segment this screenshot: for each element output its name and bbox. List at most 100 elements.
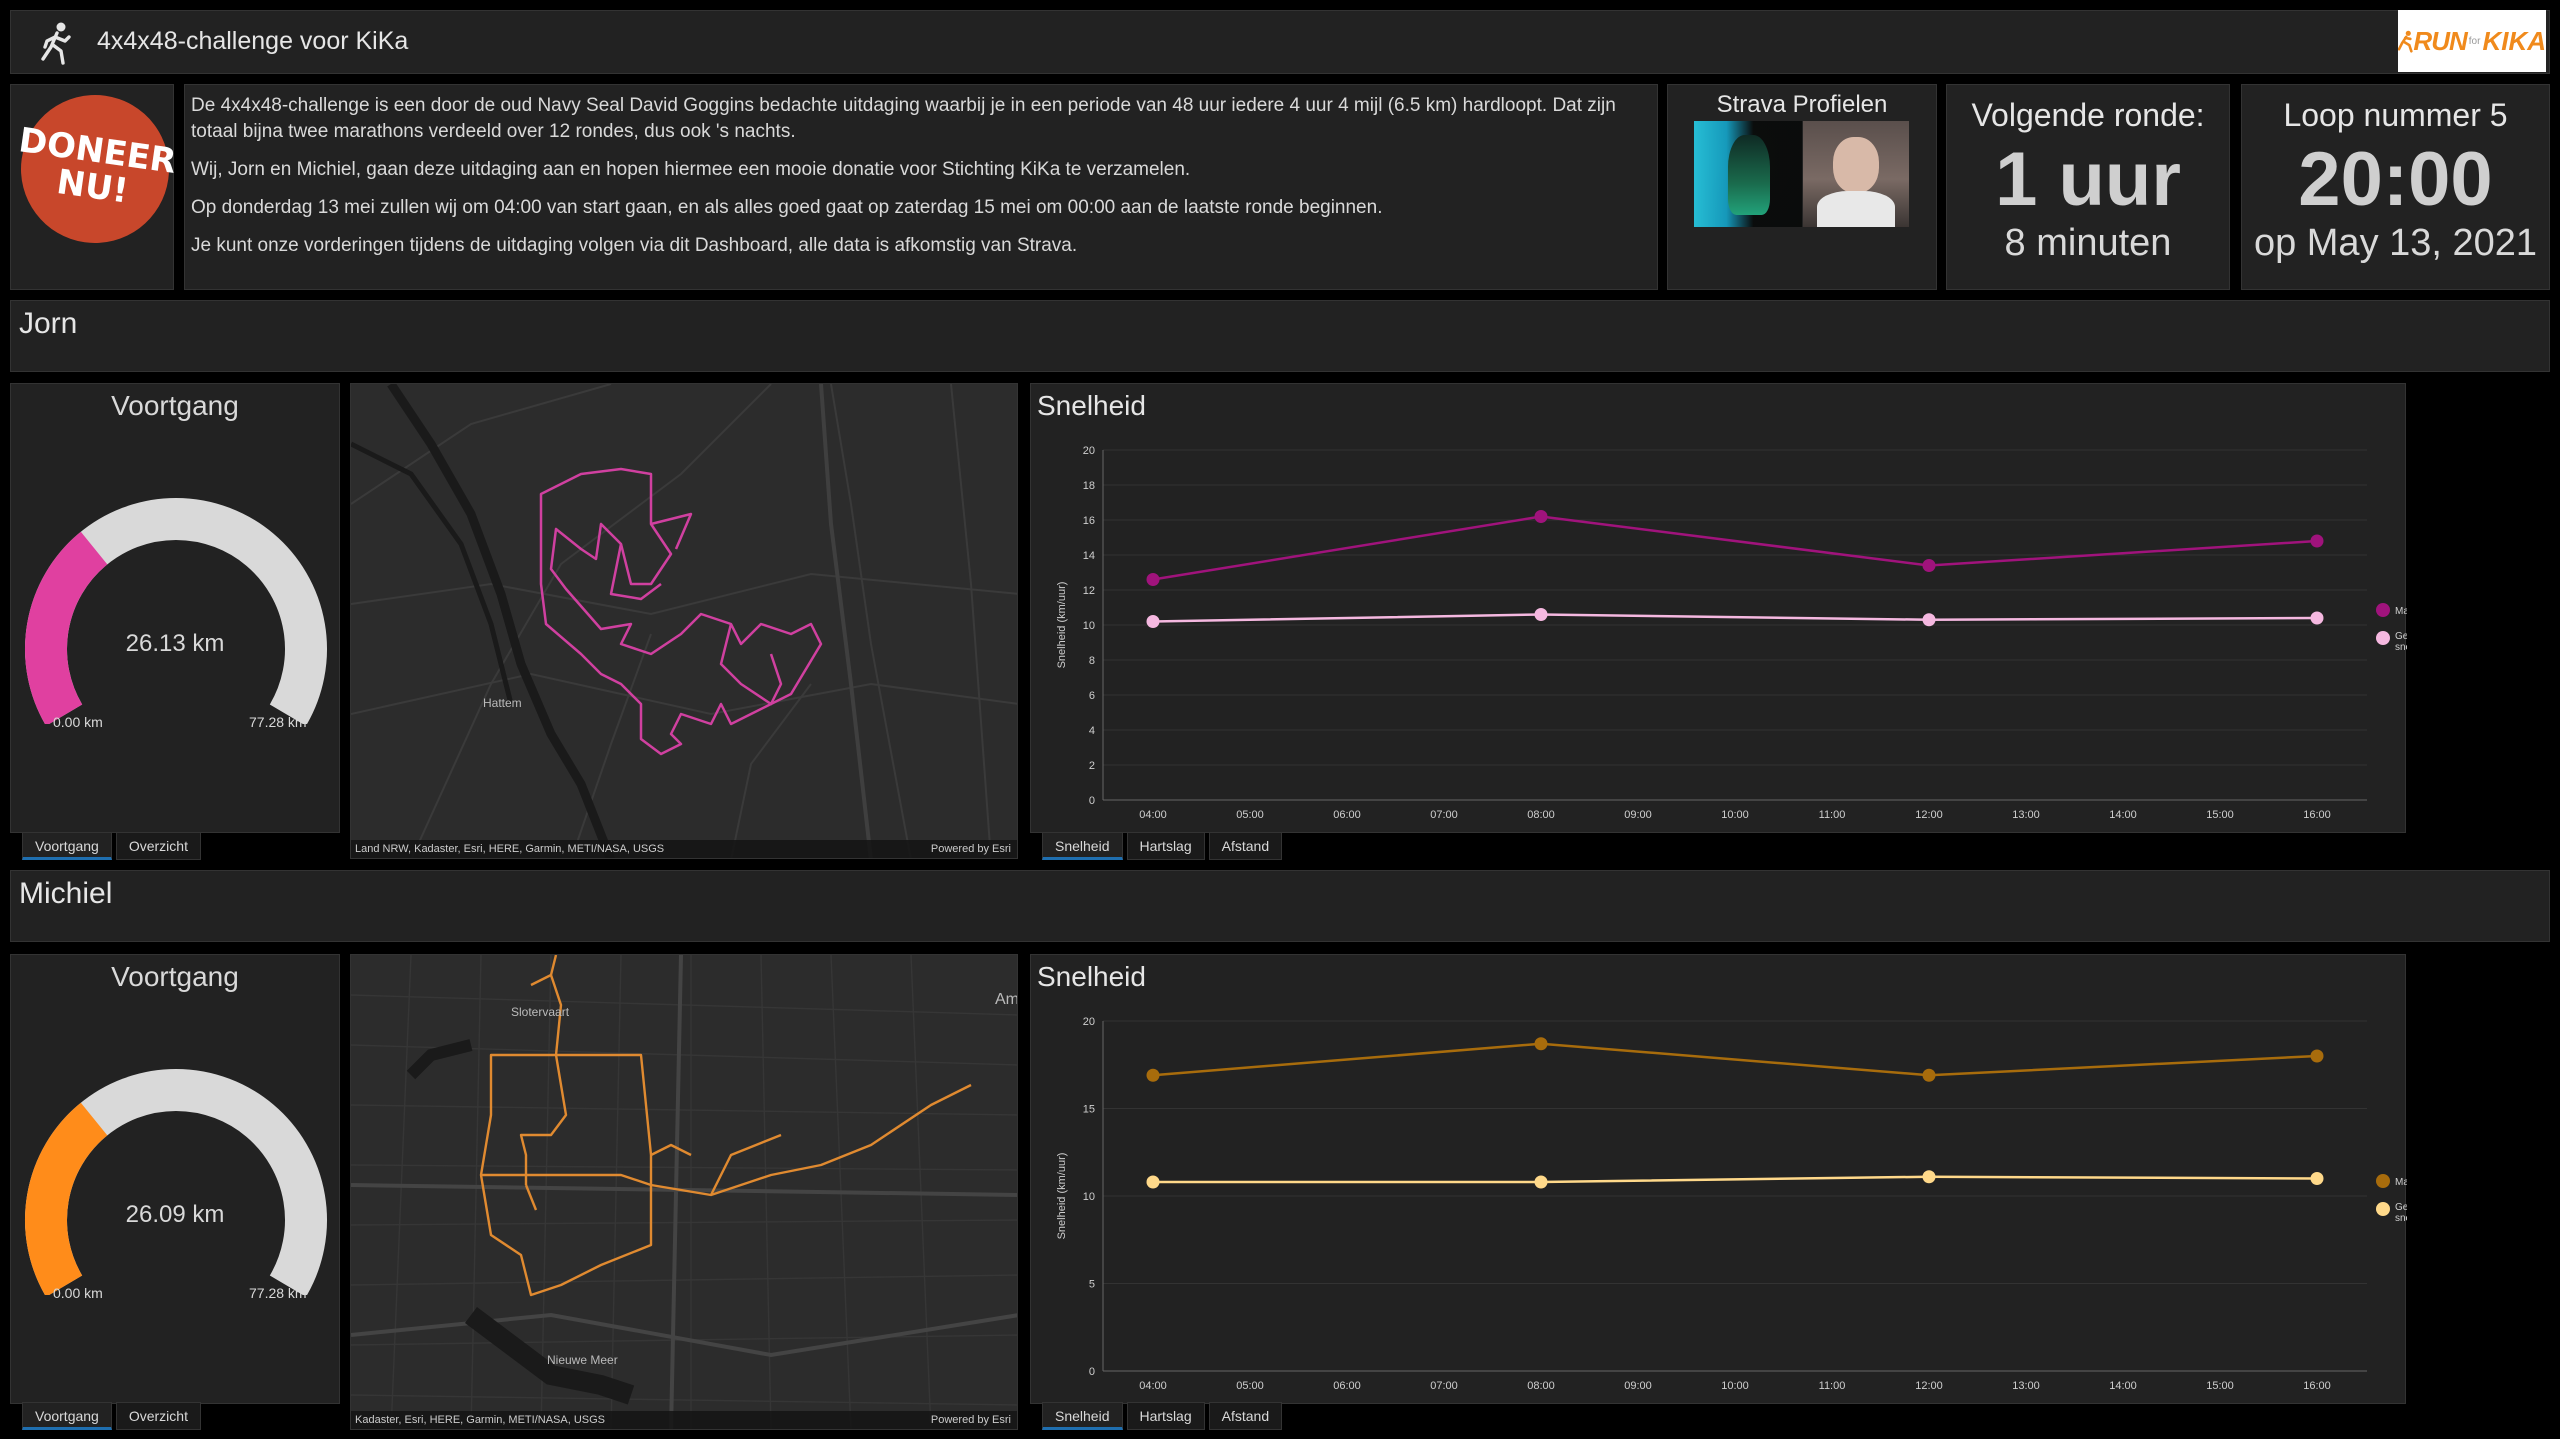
data-point bbox=[1922, 1068, 1936, 1082]
y-tick-label: 8 bbox=[1089, 655, 1095, 667]
map-canvas[interactable] bbox=[351, 955, 1018, 1430]
gauge-arc bbox=[25, 498, 327, 724]
app-title: 4x4x48-challenge voor KiKa bbox=[97, 27, 409, 55]
tab-hartslag[interactable]: Hartslag bbox=[1126, 832, 1205, 860]
x-tick-label: 05:00 bbox=[1236, 809, 1264, 821]
map-attribution: Kadaster, Esri, HERE, Garmin, METI/NASA,… bbox=[351, 1411, 1017, 1429]
series-line bbox=[1152, 515, 2318, 581]
x-tick-label: 10:00 bbox=[1721, 1380, 1749, 1392]
intro-text-panel: De 4x4x48-challenge is een door de oud N… bbox=[184, 84, 1658, 290]
gauge-min: 0.00 km bbox=[53, 1285, 103, 1301]
y-tick-label: 20 bbox=[1083, 1016, 1095, 1028]
x-tick-label: 09:00 bbox=[1624, 809, 1652, 821]
y-tick-label: 16 bbox=[1083, 515, 1095, 527]
data-point bbox=[2310, 1172, 2324, 1185]
y-tick-label: 6 bbox=[1089, 690, 1095, 702]
tab-voortgang[interactable]: Voortgang bbox=[22, 832, 112, 860]
x-tick-label: 13:00 bbox=[2012, 809, 2040, 821]
avatar-jorn[interactable] bbox=[1694, 121, 1802, 227]
y-tick-label: 2 bbox=[1089, 760, 1095, 772]
progress-gauge-michiel: Voortgang 26.09 km 0.00 km 77.28 km bbox=[10, 954, 340, 1404]
legend-marker bbox=[2376, 1174, 2390, 1188]
powered-by-esri[interactable]: Powered by Esri bbox=[931, 840, 1011, 858]
run-for-kika-logo[interactable]: RUN for KIKA bbox=[2398, 10, 2546, 72]
donate-button[interactable]: DONEER NU! bbox=[11, 85, 179, 253]
route-map-jorn[interactable]: Hattem Land NRW, Kadaster, Esri, HERE, G… bbox=[350, 383, 1018, 859]
header-bar: 4x4x48-challenge voor KiKa bbox=[10, 10, 2550, 74]
logo-run: RUN bbox=[2413, 25, 2467, 56]
y-tick-label: 0 bbox=[1089, 1366, 1095, 1378]
x-tick-label: 14:00 bbox=[2109, 1380, 2137, 1392]
map-attribution-text: Kadaster, Esri, HERE, Garmin, METI/NASA,… bbox=[355, 1414, 606, 1426]
data-point bbox=[1146, 615, 1160, 628]
x-tick-label: 08:00 bbox=[1527, 1380, 1555, 1392]
map-place-label: Hattem bbox=[483, 696, 522, 710]
y-tick-label: 10 bbox=[1083, 1191, 1095, 1203]
y-tick-label: 15 bbox=[1083, 1104, 1095, 1116]
series-line bbox=[1152, 613, 2318, 623]
y-tick-label: 14 bbox=[1083, 550, 1095, 562]
series-line bbox=[1153, 1175, 2318, 1184]
next-round-panel: Volgende ronde: 1 uur 8 minuten bbox=[1946, 84, 2230, 290]
x-tick-label: 04:00 bbox=[1139, 809, 1167, 821]
tab-overzicht[interactable]: Overzicht bbox=[115, 832, 201, 860]
gauge-value: 26.09 km bbox=[125, 1201, 225, 1228]
legend-marker bbox=[2376, 631, 2390, 645]
x-tick-label: 13:00 bbox=[2012, 1380, 2040, 1392]
intro-paragraph-1: De 4x4x48-challenge is een door de oud N… bbox=[191, 95, 1616, 142]
x-tick-label: 12:00 bbox=[1915, 1380, 1943, 1392]
legend-label: Maximale snelheid bbox=[2395, 1177, 2407, 1188]
powered-by-esri[interactable]: Powered by Esri bbox=[931, 1411, 1011, 1429]
x-tick-label: 06:00 bbox=[1333, 809, 1361, 821]
speed-line-chart: 0 2 4 6 8 10 12 14 16 18 20 04:00 05:00 06:00 07:00 08:… bbox=[1056, 445, 2407, 821]
progress-gauge-jorn: Voortgang 26.13 km 0.00 km 77.28 km bbox=[10, 383, 340, 833]
x-tick-label: 08:00 bbox=[1527, 809, 1555, 821]
x-tick-label: 07:00 bbox=[1430, 1380, 1458, 1392]
map-place-label-3: Am bbox=[995, 991, 1018, 1008]
data-point bbox=[1534, 608, 1548, 621]
tab-afstand[interactable]: Afstand bbox=[1208, 1402, 1283, 1430]
data-point bbox=[2310, 1049, 2324, 1063]
intro-paragraph-2: Wij, Jorn en Michiel, gaan deze uitdagin… bbox=[191, 159, 1191, 180]
tab-overzicht[interactable]: Overzicht bbox=[115, 1402, 201, 1430]
data-point bbox=[1534, 1175, 1548, 1189]
data-point bbox=[2310, 534, 2324, 548]
tab-voortgang[interactable]: Voortgang bbox=[22, 1402, 112, 1430]
y-tick-label: 20 bbox=[1083, 445, 1095, 457]
intro-paragraph-4: Je kunt onze vorderingen tijdens de uitd… bbox=[191, 235, 1078, 256]
route-map-michiel[interactable]: Slotervaart Nieuwe Meer Am Kadaster, Esr… bbox=[350, 954, 1018, 1430]
legend-marker bbox=[2376, 1202, 2390, 1216]
x-tick-label: 12:00 bbox=[1915, 809, 1943, 821]
runner-icon bbox=[41, 22, 71, 65]
data-point bbox=[1534, 1037, 1548, 1051]
map-canvas[interactable] bbox=[351, 384, 1018, 859]
tabbar-right-jorn: Snelheid Hartslag Afstand bbox=[1042, 832, 1283, 860]
legend-label: Maximale snelheid bbox=[2395, 606, 2407, 617]
y-axis-label: Snelheid (km/uur) bbox=[1056, 582, 1068, 669]
speed-chart-jorn: Snelheid 0 2 4 6 8 10 12 14 16 18 20 04:00 05:00 06:0… bbox=[1030, 383, 2407, 833]
lap-time: 20:00 bbox=[2298, 137, 2493, 222]
x-tick-label: 11:00 bbox=[1819, 1380, 1846, 1392]
tab-snelheid[interactable]: Snelheid bbox=[1042, 832, 1123, 860]
gauge-title: Voortgang bbox=[111, 961, 239, 992]
tab-hartslag[interactable]: Hartslag bbox=[1126, 1402, 1205, 1430]
tab-snelheid[interactable]: Snelheid bbox=[1042, 1402, 1123, 1430]
strava-title: Strava Profielen bbox=[1716, 91, 1888, 118]
runner-name: Michiel bbox=[19, 877, 113, 910]
x-tick-label: 04:00 bbox=[1139, 1380, 1167, 1392]
next-round-label: Volgende ronde: bbox=[1971, 97, 2205, 133]
x-tick-label: 10:00 bbox=[1721, 809, 1749, 821]
section-header-michiel: Michiel bbox=[10, 870, 2550, 942]
speed-line-chart: 0 5 10 15 20 04:00 05:00 06:00 07:00 08:00 09:00 10… bbox=[1056, 1016, 2407, 1392]
gauge-max: 77.28 km bbox=[249, 714, 307, 730]
data-point bbox=[1922, 613, 1936, 627]
x-tick-label: 14:00 bbox=[2109, 809, 2137, 821]
series-line bbox=[1152, 1042, 2318, 1077]
y-tick-label: 10 bbox=[1083, 620, 1095, 632]
logo-kika: KIKA bbox=[2482, 25, 2546, 56]
x-tick-label: 06:00 bbox=[1333, 1380, 1361, 1392]
section-header-jorn: Jorn bbox=[10, 300, 2550, 372]
tab-afstand[interactable]: Afstand bbox=[1208, 832, 1283, 860]
lap-date: op May 13, 2021 bbox=[2253, 222, 2538, 264]
avatar-michiel[interactable] bbox=[1803, 121, 1909, 227]
